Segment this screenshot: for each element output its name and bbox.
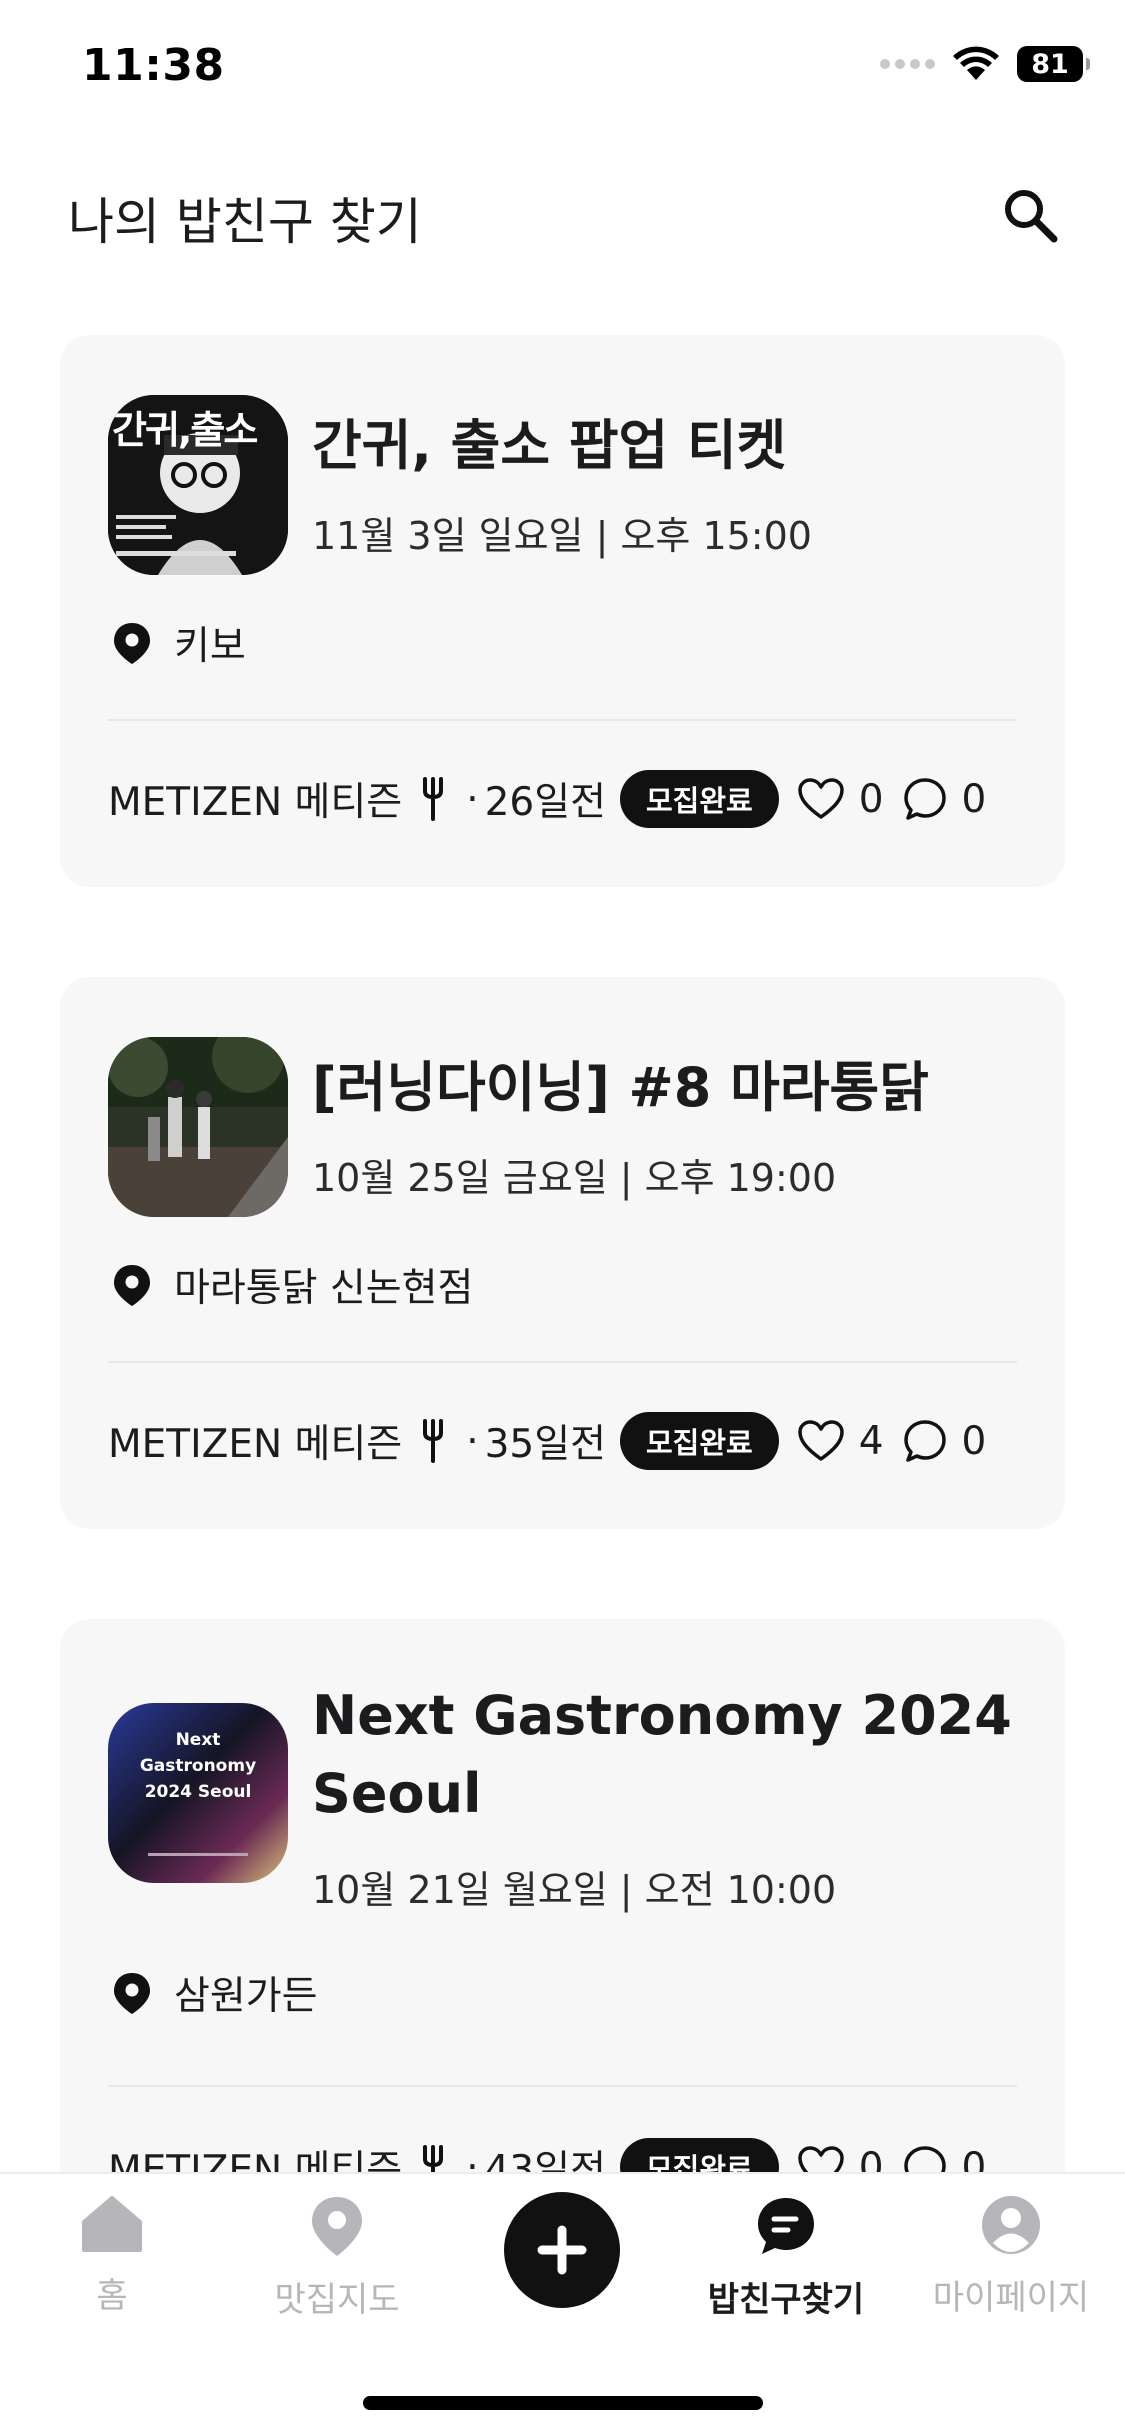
fork-icon [422, 1419, 444, 1463]
home-indicator[interactable] [363, 2396, 763, 2410]
location-name: 키보 [174, 624, 246, 669]
card-divider [108, 2085, 1017, 2087]
plus-icon [537, 2225, 587, 2275]
meetup-card[interactable]: 간귀,출소 간귀, 출소 팝업 티켓 11월 3일 일요일 | 오후 15:00… [60, 335, 1065, 887]
comment-count: 0 [961, 1418, 987, 1464]
meetup-date: 10월 21일 월요일 | 오전 10:00 [312, 1868, 837, 1912]
heart-icon [797, 1420, 844, 1461]
meetup-title: [러닝다이닝] #8 마라통닭 [312, 1056, 929, 1119]
comment-icon [903, 1420, 946, 1462]
nav-item-find-mates[interactable]: 밥친구찾기 [686, 2194, 886, 2321]
fork-icon [422, 777, 444, 821]
author-name: METIZEN 메티즌 [108, 1422, 403, 1467]
heart-icon [797, 778, 844, 819]
separator-dot: · [466, 1418, 479, 1464]
meetup-card[interactable]: [러닝다이닝] #8 마라통닭 10월 25일 금요일 | 오후 19:00 마… [60, 977, 1065, 1529]
meetup-date: 11월 3일 일요일 | 오후 15:00 [312, 514, 812, 558]
nav-item-home[interactable]: 홈 [12, 2194, 212, 2317]
status-bar: 11:38 81 [0, 0, 1125, 140]
comment-count: 0 [961, 776, 987, 822]
thumbnail-caption: 간귀,출소 [112, 408, 258, 452]
meta-row: METIZEN 메티즌 · 26일전 모집완료 0 0 [108, 769, 1025, 829]
location-name: 삼원가든 [174, 1974, 318, 2019]
posted-ago: 35일전 [484, 1422, 606, 1467]
like-button[interactable]: 0 [797, 777, 884, 822]
location-pin-icon [114, 1265, 150, 1306]
page-title: 나의 밥친구 찾기 [68, 193, 422, 251]
comment-icon [903, 778, 946, 820]
nav-item-map[interactable]: 맛집지도 [237, 2194, 437, 2321]
battery-indicator: 81 [1017, 46, 1090, 82]
comment-button[interactable]: 0 [902, 1418, 987, 1464]
map-pin-icon [312, 2197, 362, 2256]
thumbnail-caption: Next Gastronomy 2024 Seoul [139, 1730, 257, 1802]
meta-row: METIZEN 메티즌 · 35일전 모집완료 4 0 [108, 1411, 1025, 1471]
nav-label: 마이페이지 [932, 2278, 1090, 2318]
meetup-thumbnail: Next Gastronomy 2024 Seoul [108, 1703, 288, 1883]
search-icon [1005, 190, 1058, 243]
home-icon [82, 2196, 142, 2252]
like-count: 4 [858, 1418, 884, 1464]
meetup-card[interactable]: Next Gastronomy 2024 Seoul Next Gastrono… [60, 1619, 1065, 2259]
card-divider [108, 719, 1017, 721]
meetup-date: 10월 25일 금요일 | 오후 19:00 [312, 1156, 837, 1200]
card-divider [108, 1361, 1017, 1363]
nav-label: 밥친구찾기 [707, 2280, 865, 2320]
location-pin-icon [114, 623, 150, 664]
nav-label: 홈 [96, 2276, 128, 2316]
profile-icon [982, 2196, 1040, 2254]
location-pin-icon [114, 1973, 150, 2014]
search-button[interactable] [995, 180, 1065, 250]
meetup-thumbnail: 간귀,출소 [108, 395, 288, 575]
status-indicators: 81 [880, 46, 1090, 82]
location-row: 마라통닭 신논현점 [112, 1257, 473, 1313]
location-name: 마라통닭 신논현점 [174, 1266, 474, 1311]
status-badge: 모집완료 [619, 1412, 779, 1470]
meetup-thumbnail [108, 1037, 288, 1217]
meetup-title: 간귀, 출소 팝업 티켓 [312, 414, 787, 477]
like-button[interactable]: 4 [797, 1419, 884, 1464]
comment-button[interactable]: 0 [902, 776, 987, 822]
chat-icon [758, 2198, 814, 2254]
nav-item-my-page[interactable]: 마이페이지 [911, 2194, 1111, 2319]
location-row: 삼원가든 [112, 1965, 318, 2021]
separator-dot: · [466, 776, 479, 822]
status-time: 11:38 [82, 40, 225, 91]
meetup-title: Next Gastronomy 2024 Seoul [312, 1684, 1012, 1825]
wifi-icon [953, 46, 999, 80]
like-count: 0 [858, 776, 884, 822]
nav-label: 맛집지도 [274, 2280, 400, 2320]
status-badge: 모집완료 [619, 770, 779, 828]
author-name: METIZEN 메티즌 [108, 780, 403, 825]
cellular-signal-icon [880, 59, 935, 69]
location-row: 키보 [112, 615, 246, 671]
page-header: 나의 밥친구 찾기 [0, 160, 1125, 270]
posted-ago: 26일전 [484, 780, 606, 825]
create-post-button[interactable] [504, 2192, 620, 2308]
